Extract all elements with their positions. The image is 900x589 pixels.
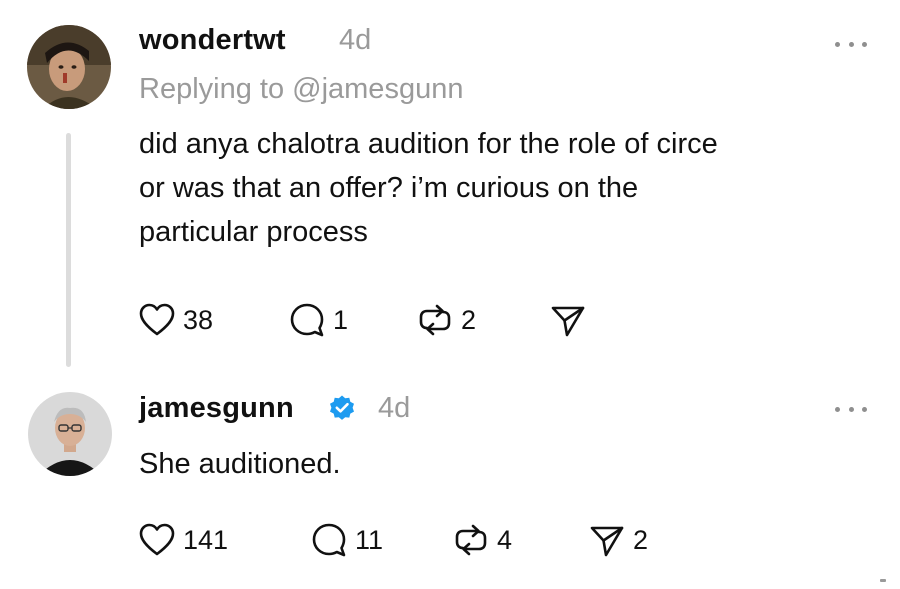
reply-button[interactable]: 11 xyxy=(311,520,383,560)
share-count: 2 xyxy=(633,524,649,555)
timestamp[interactable]: 4d xyxy=(339,24,371,57)
post-text-line: She auditioned. xyxy=(139,448,341,480)
repost-button[interactable]: 2 xyxy=(417,300,476,340)
avatar-wondertwt[interactable] xyxy=(27,25,111,109)
send-icon xyxy=(590,526,624,557)
post-text-line: or was that an offer? i’m curious on the xyxy=(139,172,639,204)
post-text-line: did anya chalotra audition for the role … xyxy=(139,128,718,160)
comment-icon xyxy=(290,303,324,337)
heart-icon xyxy=(139,523,175,556)
reply-count: 11 xyxy=(355,524,384,555)
post-wondertwt: wondertwt 4d Replying to @jamesgunn did … xyxy=(0,0,900,380)
repost-icon xyxy=(419,304,451,336)
more-options-icon[interactable] xyxy=(835,403,867,415)
like-button[interactable]: 141 xyxy=(139,520,228,560)
scroll-indicator xyxy=(880,579,886,582)
repost-button[interactable]: 4 xyxy=(453,520,512,560)
post-text-line: particular process xyxy=(139,216,368,248)
post-text: She auditioned. xyxy=(139,442,879,486)
repost-count: 4 xyxy=(497,524,513,555)
post-jamesgunn: jamesgunn 4d She auditioned. 141 11 4 2 xyxy=(0,380,900,589)
send-icon xyxy=(551,306,585,337)
verified-badge-icon xyxy=(330,395,354,420)
avatar-jamesgunn[interactable] xyxy=(28,392,112,476)
action-bar: 38 1 2 xyxy=(139,300,739,340)
share-button[interactable] xyxy=(550,300,594,340)
repost-count: 2 xyxy=(461,304,477,335)
reply-button[interactable]: 1 xyxy=(289,300,348,340)
reply-count: 1 xyxy=(333,304,349,335)
more-options-icon[interactable] xyxy=(835,38,867,50)
username[interactable]: jamesgunn xyxy=(139,392,294,425)
avatar-image xyxy=(27,25,111,109)
like-count: 38 xyxy=(183,304,214,335)
heart-icon xyxy=(139,303,175,336)
action-bar: 141 11 4 2 xyxy=(139,520,739,560)
comment-icon xyxy=(312,523,346,557)
post-text: did anya chalotra audition for the role … xyxy=(139,122,879,254)
like-button[interactable]: 38 xyxy=(139,300,213,340)
share-button[interactable]: 2 xyxy=(589,520,648,560)
like-count: 141 xyxy=(183,524,229,555)
repost-icon xyxy=(455,524,487,556)
replying-to-label[interactable]: Replying to @jamesgunn xyxy=(139,73,463,106)
username[interactable]: wondertwt xyxy=(139,24,286,57)
avatar-image xyxy=(28,392,112,476)
thread-line xyxy=(66,133,71,367)
timestamp[interactable]: 4d xyxy=(378,392,410,425)
